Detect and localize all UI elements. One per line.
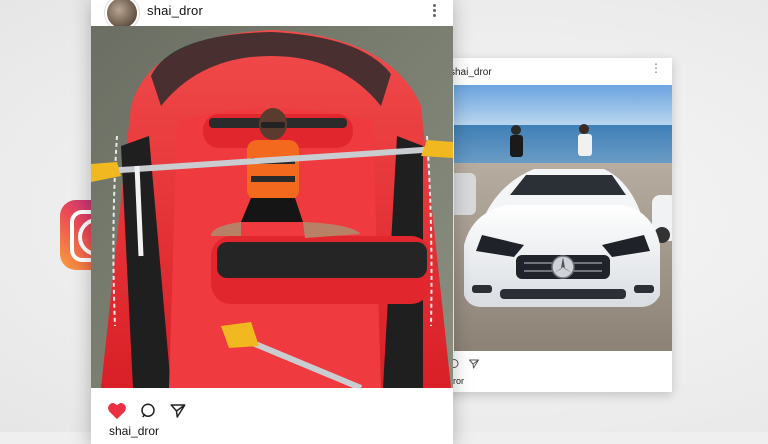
send-icon[interactable] xyxy=(169,402,187,420)
more-vertical-icon[interactable] xyxy=(433,2,437,19)
post-actions xyxy=(107,402,187,420)
post-card-primary: shai_dror shai_dror xyxy=(91,0,453,444)
heart-filled-icon[interactable] xyxy=(107,402,127,420)
more-vertical-icon[interactable]: ⋮ xyxy=(650,62,662,74)
post-username[interactable]: shai_dror xyxy=(147,3,203,18)
send-icon[interactable] xyxy=(468,358,480,370)
post-photo-car xyxy=(454,85,672,351)
caption-username[interactable]: shai_dror xyxy=(109,424,159,438)
post-card-secondary: shai_dror ⋮ dror xyxy=(440,58,672,392)
post-header: shai_dror xyxy=(91,0,453,30)
comment-icon[interactable] xyxy=(139,402,157,420)
post-username[interactable]: shai_dror xyxy=(450,67,492,78)
post-photo-raft xyxy=(91,26,453,388)
post-header: shai_dror xyxy=(440,58,672,86)
